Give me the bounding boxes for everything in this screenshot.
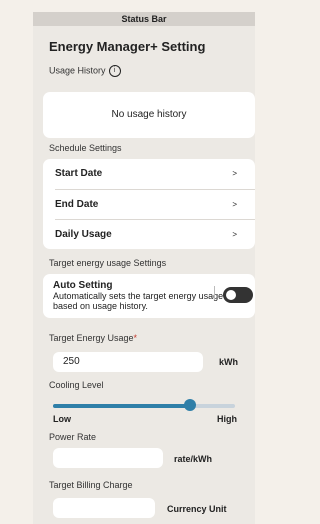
power-rate-input[interactable]: [53, 448, 163, 468]
toggle-knob: [226, 290, 236, 300]
auto-setting-title: Auto Setting: [53, 280, 113, 291]
info-icon[interactable]: i: [108, 65, 121, 77]
chevron-right-icon: >: [232, 200, 237, 209]
target-energy-input[interactable]: 250: [53, 352, 203, 372]
power-rate-label: Power Rate: [49, 432, 97, 442]
chevron-right-icon: >: [232, 230, 237, 239]
currency-unit: Currency Unit: [167, 504, 227, 514]
auto-setting-card: Auto Setting Automatically sets the targ…: [43, 274, 255, 318]
page-title: Energy Manager+ Setting: [49, 39, 206, 54]
usage-history-card: No usage history: [43, 92, 255, 138]
slider-fill: [53, 404, 190, 408]
start-date-row[interactable]: Start Date >: [55, 159, 255, 189]
cooling-level-label: Cooling Level: [49, 380, 104, 390]
rate-unit: rate/kWh: [174, 454, 213, 464]
slider-thumb[interactable]: [183, 399, 196, 411]
settings-screen: Status Bar Energy Manager+ Setting Usage…: [33, 12, 255, 524]
cooling-level-slider[interactable]: [53, 399, 235, 411]
target-settings-label: Target energy usage Settings: [49, 258, 167, 268]
end-date-row[interactable]: End Date >: [55, 189, 255, 220]
kwh-unit: kWh: [219, 357, 238, 367]
usage-history-label: Usage History i: [49, 65, 121, 77]
target-energy-label: Target Energy Usage*: [49, 333, 138, 343]
daily-usage-row[interactable]: Daily Usage >: [55, 219, 255, 250]
high-label: High: [217, 414, 237, 424]
divider: [214, 286, 215, 300]
auto-setting-toggle[interactable]: [223, 287, 253, 303]
schedule-card: Start Date > End Date > Daily Usage >: [43, 159, 255, 249]
billing-charge-label: Target Billing Charge: [49, 480, 133, 490]
chevron-right-icon: >: [232, 169, 237, 178]
required-mark: *: [133, 333, 138, 343]
status-bar: Status Bar: [33, 12, 255, 26]
schedule-settings-label: Schedule Settings: [49, 143, 122, 153]
low-label: Low: [53, 414, 71, 424]
billing-charge-input[interactable]: [53, 498, 155, 518]
